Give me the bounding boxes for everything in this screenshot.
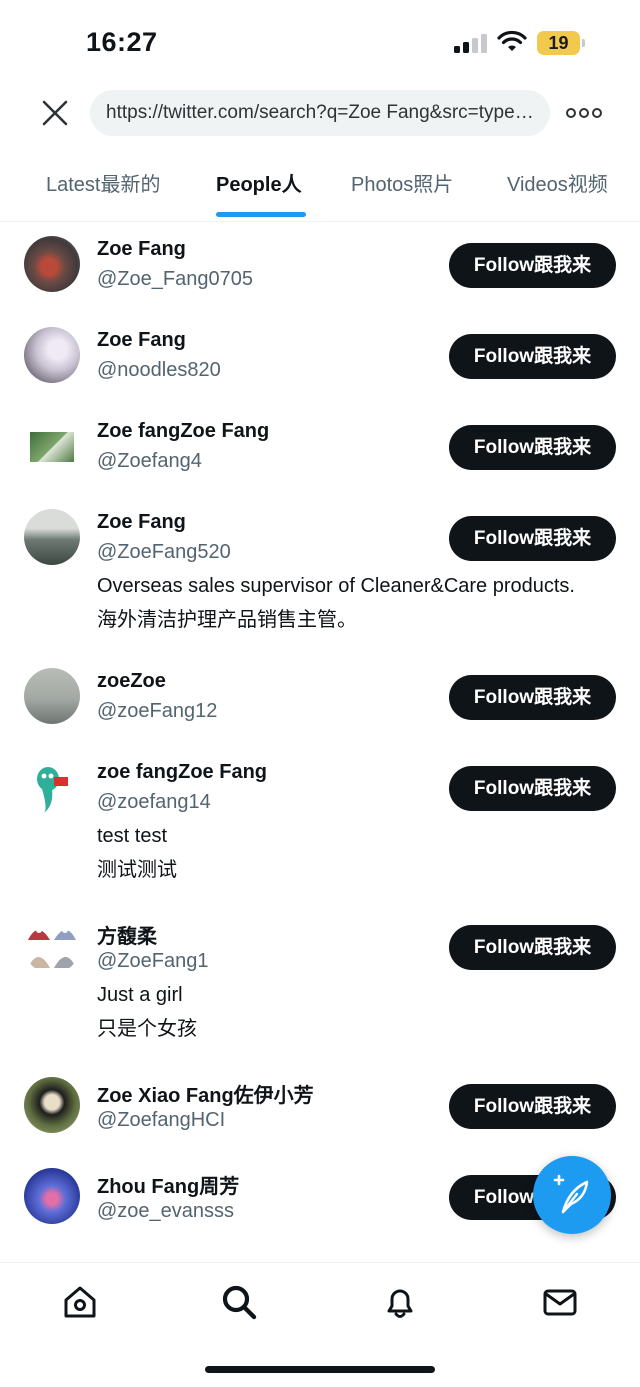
user-name[interactable]: zoeZoe xyxy=(97,670,166,693)
browser-bar: https://twitter.com/search?q=Zoe Fang&sr… xyxy=(0,84,640,144)
user-row[interactable]: 方馥柔 @ZoeFang1 Just a girl 只是个女孩 Follow跟我… xyxy=(0,918,640,1048)
user-handle[interactable]: @zoeFang12 xyxy=(97,700,217,723)
compose-post-button[interactable] xyxy=(533,1156,611,1234)
follow-button[interactable]: Follow跟我来 xyxy=(449,675,616,720)
user-name[interactable]: Zoe Fang xyxy=(97,238,186,261)
user-handle[interactable]: @Zoe_Fang0705 xyxy=(97,268,253,291)
battery-level: 19 xyxy=(548,33,569,53)
user-row[interactable]: Zoe Xiao Fang佐伊小芳 @ZoefangHCI Follow跟我来 xyxy=(0,1077,640,1157)
user-handle[interactable]: @ZoeFang1 xyxy=(97,950,208,973)
user-name[interactable]: 方馥柔 xyxy=(97,920,157,949)
tab-people[interactable]: People人 xyxy=(216,168,302,197)
user-bio: 测试测试 xyxy=(97,859,177,881)
page: 16:27 19 https://twitter.com/search?q=Zo… xyxy=(0,0,640,1387)
tab-videos[interactable]: Videos视频 xyxy=(507,168,608,197)
avatar[interactable] xyxy=(24,327,80,383)
status-time: 16:27 xyxy=(86,27,158,57)
home-indicator xyxy=(205,1366,435,1373)
follow-button[interactable]: Follow跟我来 xyxy=(449,1084,616,1129)
user-row[interactable]: Zoe Fang @noodles820 Follow跟我来 xyxy=(0,327,640,407)
battery-icon: 19 xyxy=(537,31,585,55)
follow-button[interactable]: Follow跟我来 xyxy=(449,766,616,811)
avatar[interactable] xyxy=(24,918,80,974)
home-icon[interactable] xyxy=(61,1283,99,1321)
follow-button[interactable]: Follow跟我来 xyxy=(449,425,616,470)
user-bio: 只是个女孩 xyxy=(97,1018,197,1040)
user-handle[interactable]: @zoe_evansss xyxy=(97,1200,234,1223)
avatar[interactable] xyxy=(24,236,80,292)
wifi-icon xyxy=(497,30,527,51)
search-tabs: Latest最新的 People人 Photos照片 Videos视频 xyxy=(0,146,640,222)
user-name[interactable]: Zoe Fang xyxy=(97,511,186,534)
url-field[interactable]: https://twitter.com/search?q=Zoe Fang&sr… xyxy=(90,90,550,136)
user-name[interactable]: Zhou Fang周芳 xyxy=(97,1170,239,1199)
user-row[interactable]: Zoe Fang @ZoeFang520 Overseas sales supe… xyxy=(0,509,640,649)
avatar[interactable] xyxy=(24,1077,80,1133)
user-handle[interactable]: @noodles820 xyxy=(97,359,221,382)
user-bio: Just a girl xyxy=(97,984,183,1006)
user-bio: 海外清洁护理产品销售主管。 xyxy=(97,609,357,631)
messages-envelope-icon[interactable] xyxy=(541,1283,579,1321)
status-bar: 16:27 19 xyxy=(0,0,640,84)
avatar[interactable] xyxy=(24,668,80,724)
search-icon[interactable] xyxy=(220,1283,258,1321)
user-handle[interactable]: @zoefang14 xyxy=(97,791,211,814)
cellular-signal-icon xyxy=(454,33,488,53)
close-icon[interactable] xyxy=(38,96,72,130)
tab-latest[interactable]: Latest最新的 xyxy=(46,168,160,197)
avatar[interactable] xyxy=(24,509,80,565)
user-row[interactable]: Zoe Fang @Zoe_Fang0705 Follow跟我来 xyxy=(0,236,640,316)
user-handle[interactable]: @ZoefangHCI xyxy=(97,1109,225,1132)
user-handle[interactable]: @ZoeFang520 xyxy=(97,541,231,564)
user-row[interactable]: zoe fangZoe Fang @zoefang14 test test 测试… xyxy=(0,759,640,889)
user-row[interactable]: zoeZoe @zoeFang12 Follow跟我来 xyxy=(0,668,640,748)
bottom-nav xyxy=(0,1262,640,1387)
user-name[interactable]: Zoe Fang xyxy=(97,329,186,352)
follow-button[interactable]: Follow跟我来 xyxy=(449,925,616,970)
user-name[interactable]: Zoe Xiao Fang佐伊小芳 xyxy=(97,1079,314,1108)
avatar[interactable] xyxy=(24,418,80,474)
compose-feather-icon xyxy=(553,1174,589,1214)
user-name[interactable]: Zoe fangZoe Fang xyxy=(97,420,269,443)
follow-button[interactable]: Follow跟我来 xyxy=(449,334,616,379)
user-handle[interactable]: @Zoefang4 xyxy=(97,450,202,473)
follow-button[interactable]: Follow跟我来 xyxy=(449,516,616,561)
follow-button[interactable]: Follow跟我来 xyxy=(449,243,616,288)
user-bio: test test xyxy=(97,825,168,847)
tab-photos[interactable]: Photos照片 xyxy=(351,168,453,197)
notifications-bell-icon[interactable] xyxy=(381,1283,419,1321)
user-row[interactable]: Zoe fangZoe Fang @Zoefang4 Follow跟我来 xyxy=(0,418,640,498)
more-options-icon[interactable] xyxy=(566,104,602,122)
user-bio: Overseas sales supervisor of Cleaner&Car… xyxy=(97,575,575,597)
active-tab-indicator xyxy=(216,212,306,217)
avatar[interactable] xyxy=(24,759,80,815)
avatar[interactable] xyxy=(24,1168,80,1224)
user-name[interactable]: zoe fangZoe Fang xyxy=(97,761,267,784)
